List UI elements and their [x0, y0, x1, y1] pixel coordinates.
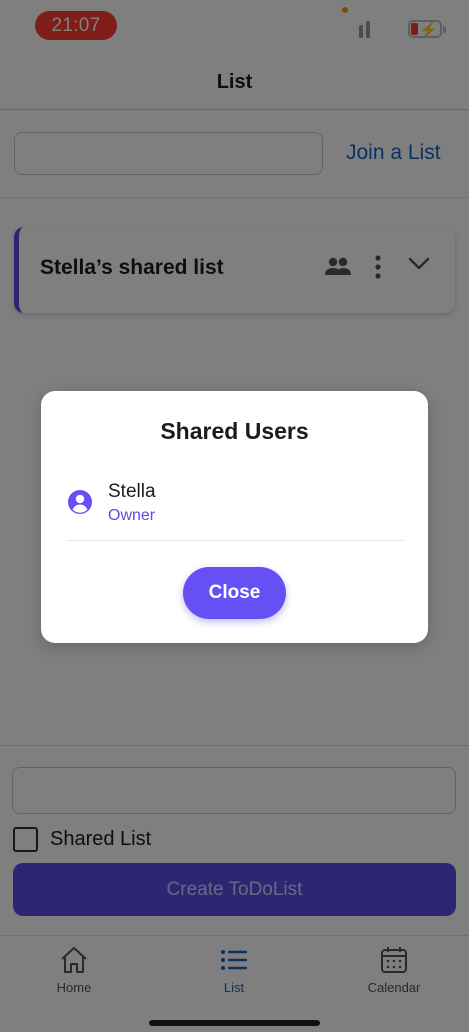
shared-users-modal: Shared Users Stella Owner Close [41, 391, 428, 643]
user-name: Stella [108, 481, 156, 502]
shared-user-row: Stella Owner [66, 479, 404, 541]
user-role: Owner [108, 507, 156, 524]
user-circle-icon [68, 490, 92, 514]
modal-title: Shared Users [160, 418, 309, 444]
close-button[interactable]: Close [183, 567, 286, 619]
home-indicator [149, 1020, 320, 1026]
